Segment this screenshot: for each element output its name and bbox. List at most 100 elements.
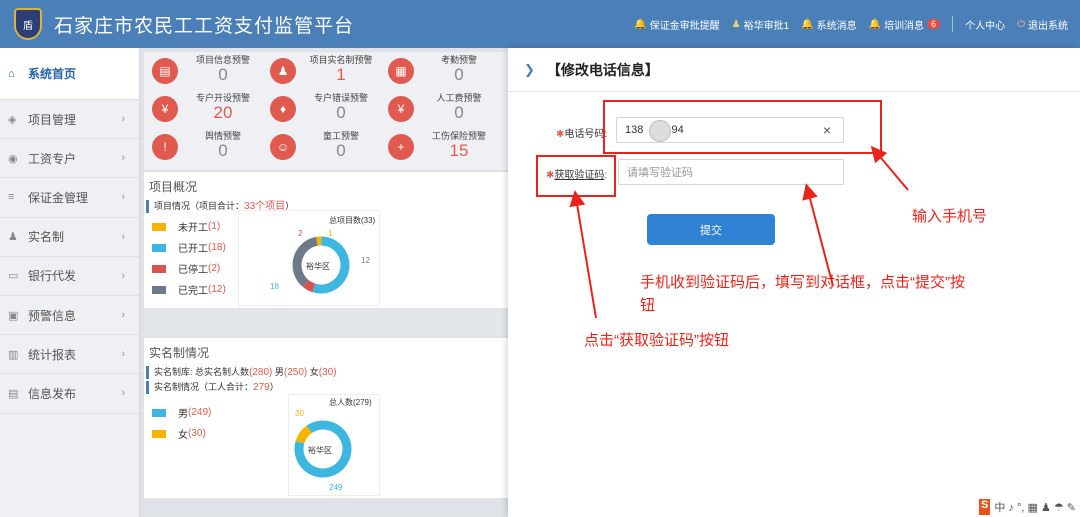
user-icon: ♟ (731, 18, 741, 30)
calendar-icon: ▦ (388, 58, 414, 84)
legend-item[interactable]: 未开工 (1) (152, 216, 226, 237)
chart-label: 12 (361, 256, 370, 265)
stat-text: 实名制情况（工人合计： (154, 382, 254, 392)
sidebar-item-4[interactable]: ♟ 实名制 › (0, 218, 139, 257)
child-icon: ☺ (270, 134, 296, 160)
project-chart-box: 总项目数(33) 2 1 12 18 裕华区 (238, 210, 380, 306)
legend-swatch (152, 222, 166, 231)
chevron-right-icon: › (121, 191, 125, 204)
sidebar-item-0[interactable]: ⌂ 系统首页 (0, 48, 139, 100)
chevron-right-icon: › (121, 348, 125, 361)
submit-button[interactable]: 提交 (647, 214, 775, 245)
top-header: 盾 石家庄市农民工工资支付监管平台 🔔 保证金审批提醒 ♟ 裕华审批1 🔔 系统消息 … (0, 0, 1080, 48)
legend-swatch (152, 429, 166, 438)
legend-item[interactable]: 已开工 (18) (152, 237, 226, 258)
stat-value: 279 (253, 382, 270, 393)
alert-count: 0 (218, 65, 228, 84)
ime-logo: S (979, 499, 991, 515)
sidebar-item-2[interactable]: ◉ 工资专户 › (0, 139, 139, 179)
legend-item[interactable]: 女 (30) (152, 423, 211, 444)
sidebar-item-3[interactable]: ≡ 保证金管理 › (0, 178, 139, 218)
legend-item[interactable]: 已停工 (2) (152, 258, 226, 279)
nav-divider (952, 16, 954, 32)
sidebar-item-7[interactable]: ▥ 统计报表 › (0, 335, 139, 375)
project-legend: 未开工 (1) 已开工 (18) 已停工 (2) 已完工 (12) (152, 216, 226, 300)
legend-label: 已停工 (178, 265, 208, 276)
list-icon: ≡ (8, 191, 15, 204)
chevron-right-icon: › (121, 113, 125, 126)
alert-row: ¥ 专户开设预警 20 ♦ 专户错误预警 0 ¥ 人工费预警 0 (144, 90, 508, 128)
annotation-box-get-code (536, 155, 616, 197)
alert-card[interactable]: ¥ 专户开设预警 20 (144, 90, 262, 128)
alert-row: ! 舆情预警 0 ☺ 童工预警 0 + 工伤保险预警 15 (144, 128, 508, 166)
chevron-right-icon: › (121, 230, 125, 243)
edit-phone-dialog: ❯ 【修改电话信息】 ✱电话号码: 138 194 × ✱获取验证码: 请填写验… (508, 48, 1080, 517)
annotation-fill-code-line1: 手机收到验证码后，填写到对话框，点击“提交”按 (640, 274, 965, 291)
stat-text: ） (269, 382, 279, 392)
realname-panel: 实名制情况 实名制库: 总实名制人数(280) 男(250) 女(30) 实名制… (144, 338, 508, 498)
legend-item[interactable]: 已完工 (12) (152, 279, 226, 300)
legend-label: 男 (178, 409, 188, 420)
arrow-to-phone (870, 145, 909, 191)
stat-value: (30) (318, 367, 337, 378)
alert-card[interactable]: ♦ 专户错误预警 0 (262, 90, 380, 128)
logout-button[interactable]: ⏻ 退出系统 (1017, 17, 1068, 32)
legend-value: (30) (188, 428, 206, 439)
alert-text: 考勤预警 0 (424, 53, 494, 84)
bell-icon: 🔔 (634, 18, 647, 30)
people-icon: ♟ (270, 58, 296, 84)
account-icon: ¥ (152, 96, 178, 122)
alert-text: 童工预警 0 (306, 129, 376, 160)
realname-stat-line: 实名制库: 总实名制人数(280) 男(250) 女(30) (146, 366, 508, 379)
nav-training-messages[interactable]: 🔔 培训消息 6 (869, 17, 941, 32)
alert-count: 0 (454, 65, 464, 84)
alert-card[interactable]: ! 舆情预警 0 (144, 128, 262, 166)
alert-card[interactable]: ♟ 项目实名制预警 1 (262, 52, 380, 90)
chart-title: 总人数(279) (329, 398, 372, 407)
verification-code-input[interactable]: 请填写验证码 (618, 159, 844, 185)
nav-deposit-reminder[interactable]: 🔔 保证金审批提醒 (634, 17, 719, 32)
alert-text: 舆情预警 0 (188, 129, 258, 160)
alert-card[interactable]: ☺ 童工预警 0 (262, 128, 380, 166)
realname-legend: 男 (249) 女 (30) (152, 402, 211, 444)
nav-label: 保证金审批提醒 (649, 20, 720, 32)
alert-card[interactable]: ▤ 项目信息预警 0 (144, 52, 262, 90)
realname-workers-line: 实名制情况（工人合计：279） (146, 381, 508, 394)
message-count-badge: 6 (927, 19, 941, 29)
medical-icon: + (388, 134, 414, 160)
chevron-right-icon: › (121, 309, 125, 322)
alert-grid: ▤ 项目信息预警 0 ♟ 项目实名制预警 1 ▦ 考勤预警 0 ¥ 专户开设预警… (144, 52, 508, 170)
alert-card[interactable]: ▦ 考勤预警 0 (380, 52, 498, 90)
alert-count: 0 (336, 103, 346, 122)
sidebar-item-label: 信息发布 (28, 386, 77, 401)
app-title: 石家庄市农民工工资支付监管平台 (54, 15, 355, 37)
alert-text: 专户开设预警 20 (188, 91, 258, 122)
legend-swatch (152, 408, 166, 417)
sidebar-item-6[interactable]: ▣ 预警信息 › (0, 296, 139, 336)
moneybag-icon: ♦ (270, 96, 296, 122)
donut-center-label: 裕华区 (308, 446, 332, 455)
legend-label: 已开工 (178, 244, 208, 255)
chart-title: 总项目数(33) (329, 216, 376, 225)
sidebar-item-label: 银行代发 (28, 269, 77, 284)
sidebar-item-8[interactable]: ▤ 信息发布 › (0, 374, 139, 414)
stat-text: 男 (272, 367, 284, 377)
alert-card[interactable]: + 工伤保险预警 15 (380, 128, 498, 166)
chevron-right-icon: › (121, 269, 125, 282)
nav-system-messages[interactable]: 🔔 系统消息 (801, 17, 856, 32)
sidebar-item-label: 实名制 (28, 230, 65, 245)
sidebar-item-5[interactable]: ▭ 银行代发 › (0, 257, 139, 296)
legend-item[interactable]: 男 (249) (152, 402, 211, 423)
alert-card[interactable]: ¥ 人工费预警 0 (380, 90, 498, 128)
stat-value: (250) (283, 367, 308, 378)
nav-yuhua-approval[interactable]: ♟ 裕华审批1 (732, 17, 790, 32)
stat-text: 实名制库: 总实名制人数 (154, 367, 250, 377)
donut-slice-1 (295, 425, 313, 444)
chevron-right-icon[interactable]: ❯ (524, 62, 535, 78)
alert-count: 0 (454, 103, 464, 122)
sidebar-item-1[interactable]: ◈ 项目管理 › (0, 100, 139, 140)
ime-toolbar[interactable]: S中 ♪ °, ▦ ♟ ☂ ✎ (979, 499, 1076, 515)
nav-label: 培训消息 (884, 20, 925, 32)
nav-personal-center[interactable]: 个人中心 (965, 17, 1005, 32)
yen-icon: ¥ (388, 96, 414, 122)
